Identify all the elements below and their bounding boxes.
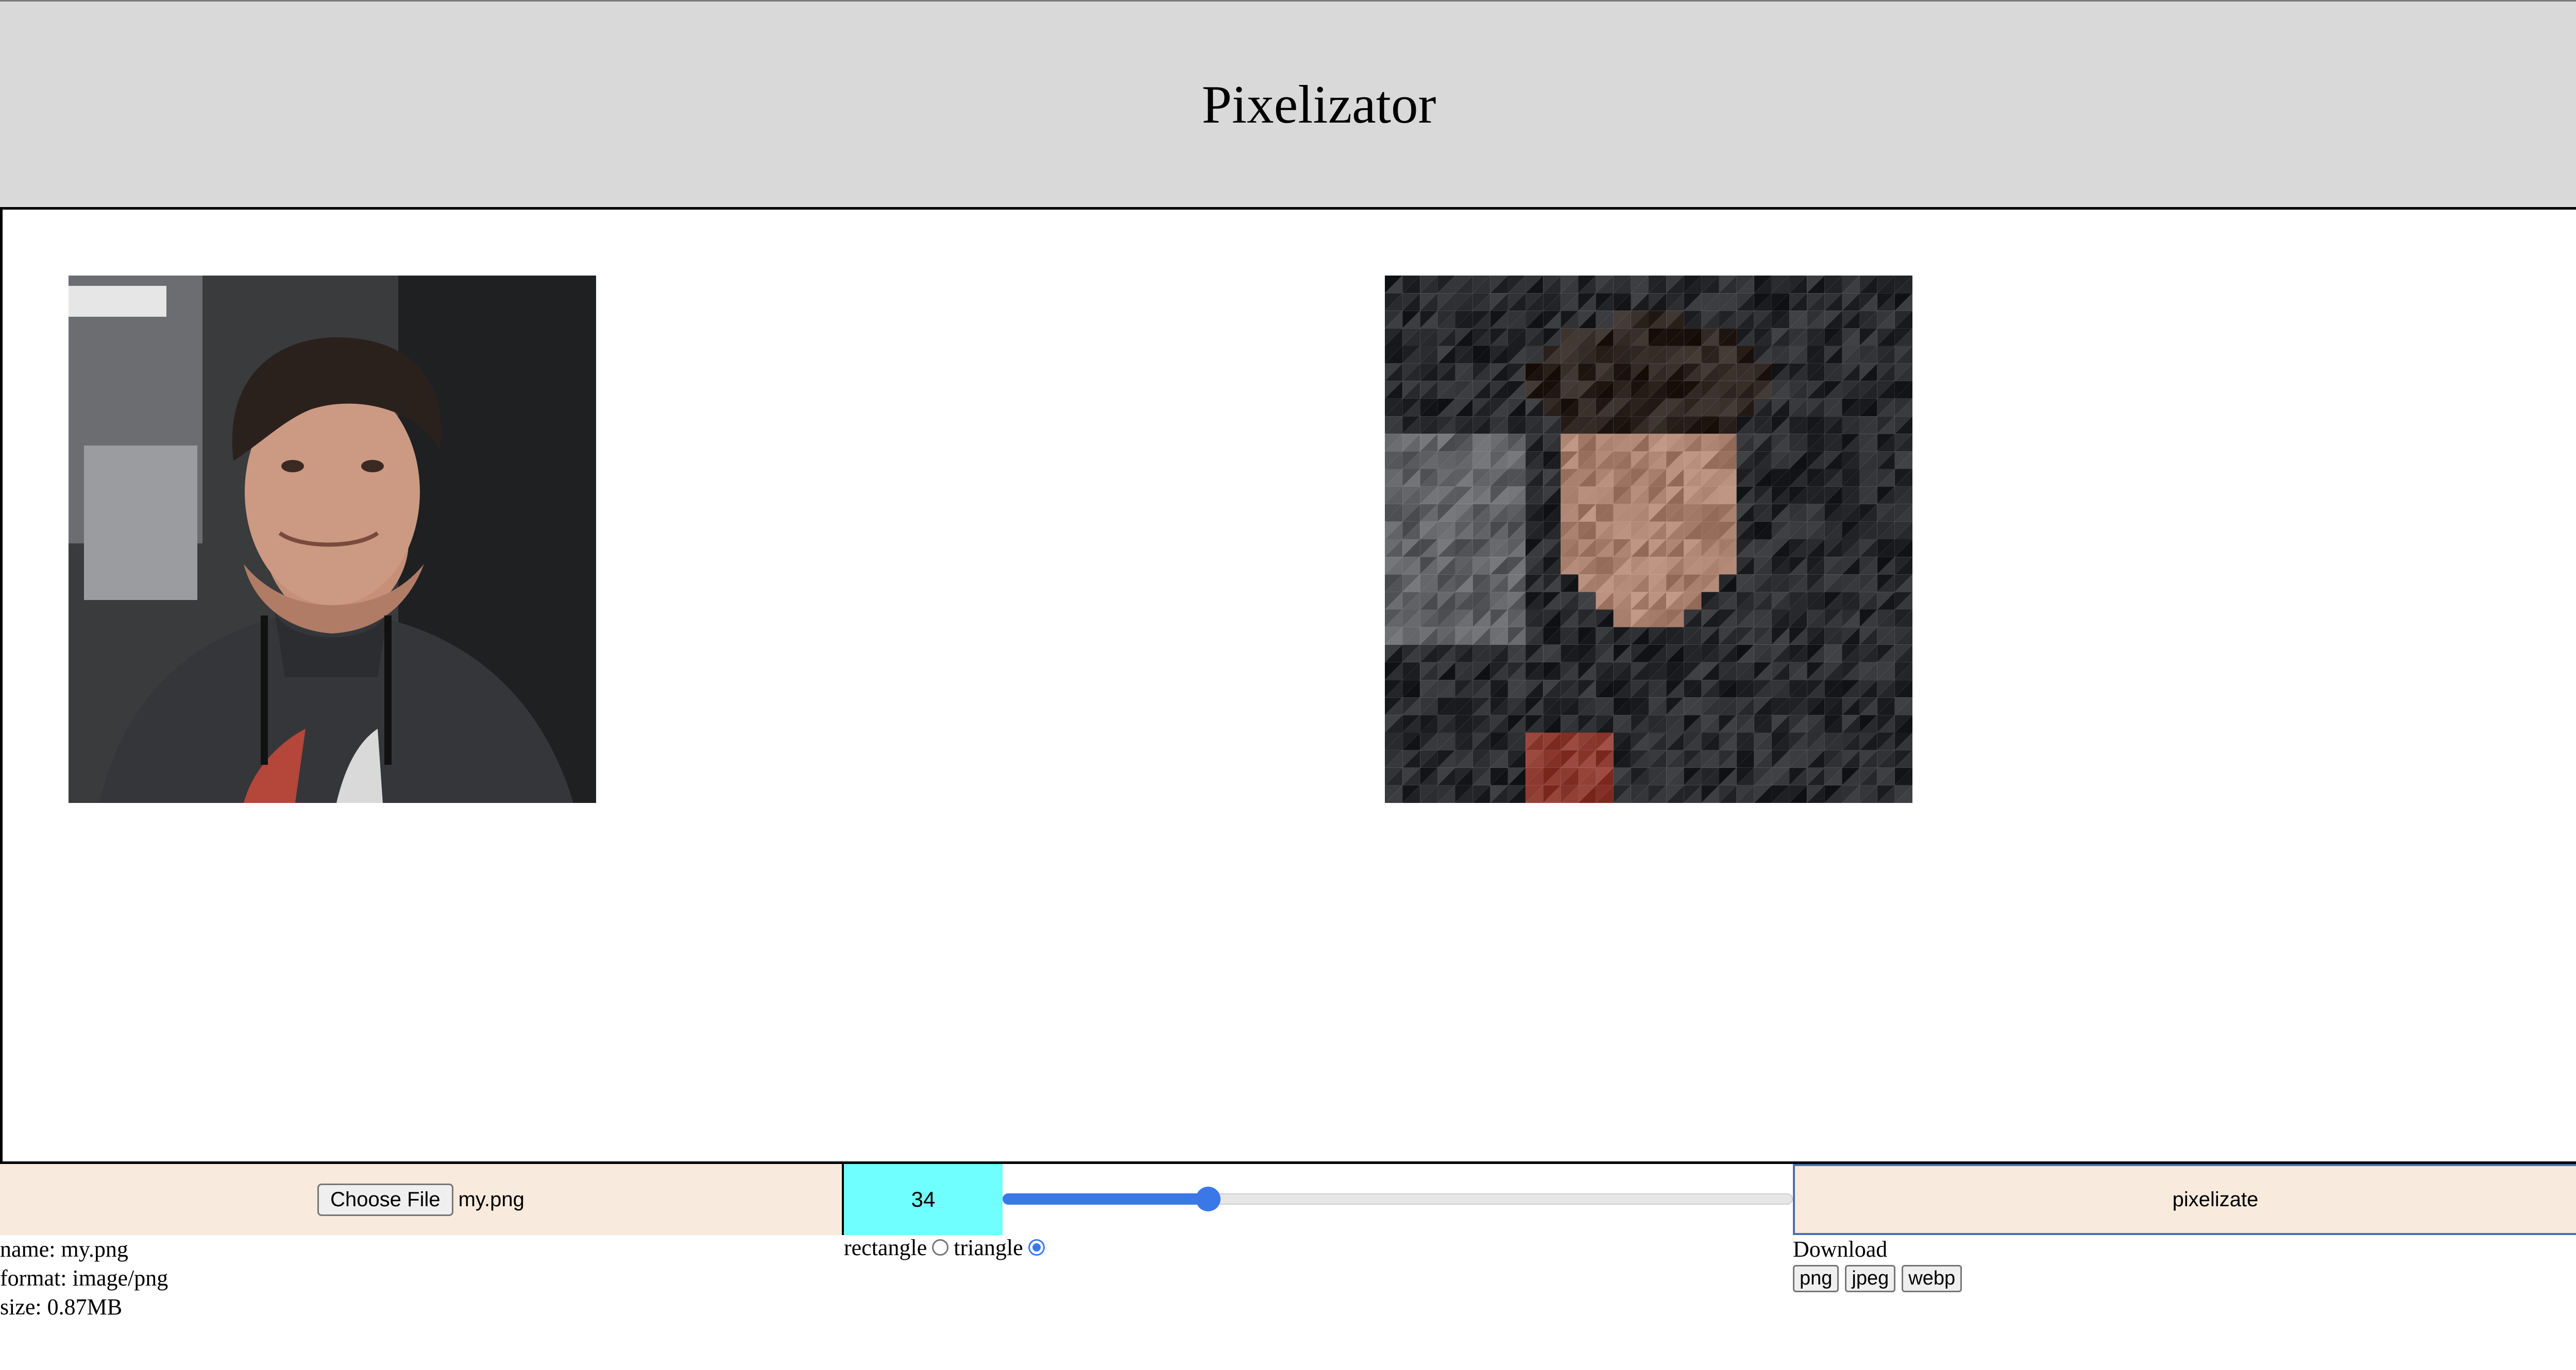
download-png-button[interactable]: png bbox=[1793, 1265, 1839, 1292]
image-workspace bbox=[0, 207, 2576, 1164]
slider-thumb[interactable] bbox=[1195, 1187, 1221, 1211]
file-info-name: name: my.png bbox=[0, 1237, 128, 1262]
pixelated-photo-graphic bbox=[1385, 276, 1912, 803]
download-jpeg-button[interactable]: jpeg bbox=[1845, 1265, 1896, 1292]
header: Pixelizator bbox=[0, 0, 2576, 207]
pixel-size-value[interactable]: 34 bbox=[842, 1164, 1003, 1235]
download-webp-button[interactable]: webp bbox=[1902, 1265, 1962, 1292]
slider-fill bbox=[1003, 1193, 1208, 1205]
choose-file-button[interactable]: Choose File bbox=[317, 1183, 453, 1216]
original-image bbox=[69, 276, 596, 803]
file-info-format: format: image/png bbox=[0, 1265, 168, 1291]
download-title: Download bbox=[1793, 1237, 1888, 1262]
file-info-size: size: 0.87MB bbox=[0, 1294, 123, 1320]
file-info: name: my.png format: image/png size: 0.8… bbox=[0, 1235, 168, 1322]
file-input-area[interactable]: Choose File my.png bbox=[0, 1164, 842, 1235]
triangle-label: triangle bbox=[954, 1235, 1023, 1260]
triangle-radio[interactable] bbox=[1028, 1239, 1045, 1256]
controls-bar: Choose File my.png 34 pixelizate bbox=[0, 1164, 2576, 1235]
page: Pixelizator Choose File my.png 34 pixeli… bbox=[0, 0, 2576, 1370]
download-section: Download png jpeg webp bbox=[1793, 1235, 1962, 1292]
original-photo-graphic bbox=[69, 276, 596, 803]
pixel-size-slider[interactable] bbox=[1003, 1164, 1793, 1235]
selected-file-name: my.png bbox=[458, 1188, 524, 1211]
pixelizate-button[interactable]: pixelizate bbox=[1793, 1164, 2576, 1235]
rectangle-radio[interactable] bbox=[932, 1239, 949, 1256]
shape-selector: rectangle triangle bbox=[844, 1233, 1050, 1262]
page-title: Pixelizator bbox=[1201, 74, 1436, 134]
pixelated-image bbox=[1385, 276, 1912, 803]
rectangle-label: rectangle bbox=[844, 1235, 927, 1260]
